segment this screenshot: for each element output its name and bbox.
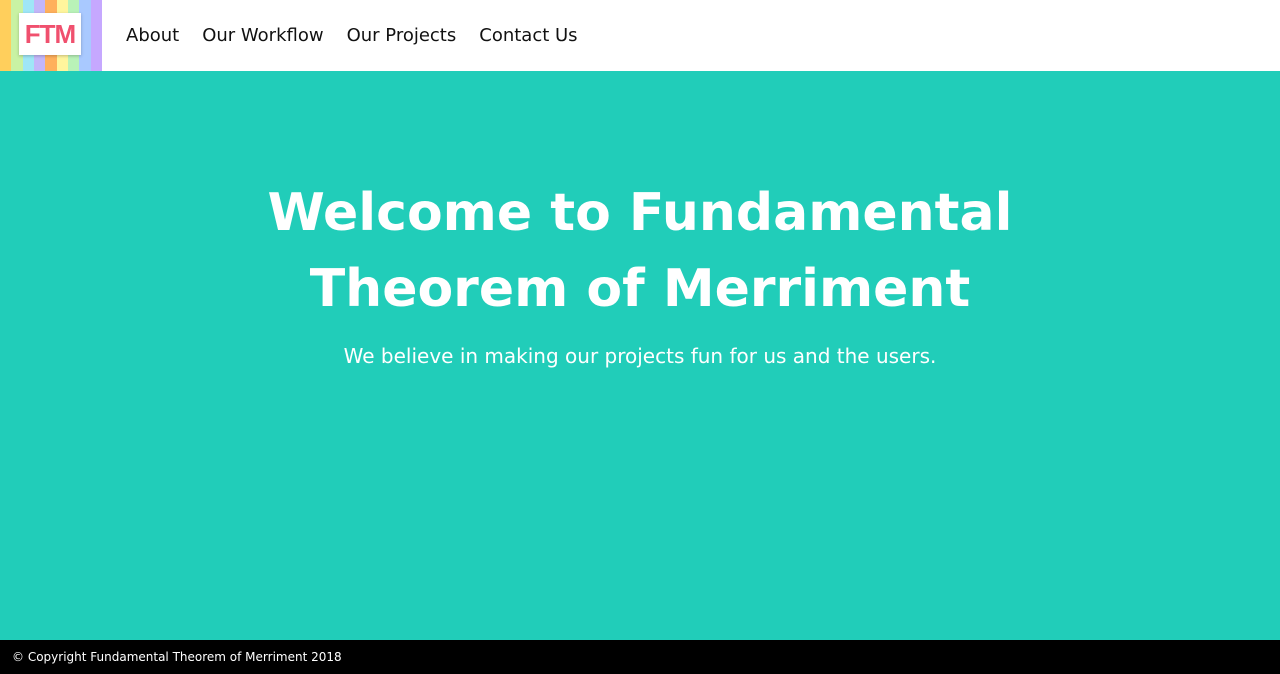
hero-section: Welcome to Fundamental Theorem of Merrim… — [0, 71, 1280, 640]
site-header: FTM About Our Workflow Our Projects Cont… — [0, 0, 1280, 71]
logo-badge: FTM — [19, 13, 81, 55]
site-footer: © Copyright Fundamental Theorem of Merri… — [0, 640, 1280, 674]
nav-link-our-projects[interactable]: Our Projects — [347, 25, 457, 46]
hero-title: Welcome to Fundamental Theorem of Merrim… — [267, 183, 1013, 319]
logo-stripe — [90, 0, 102, 71]
hero-subtitle: We believe in making our projects fun fo… — [343, 344, 937, 368]
nav-link-contact-us[interactable]: Contact Us — [479, 25, 577, 46]
nav-link-our-workflow[interactable]: Our Workflow — [202, 25, 323, 46]
nav-link-about[interactable]: About — [126, 25, 179, 46]
copyright-text: © Copyright Fundamental Theorem of Merri… — [12, 650, 342, 664]
main-nav: About Our Workflow Our Projects Contact … — [126, 0, 578, 71]
site-logo[interactable]: FTM — [0, 0, 102, 71]
logo-stripe — [0, 0, 12, 71]
